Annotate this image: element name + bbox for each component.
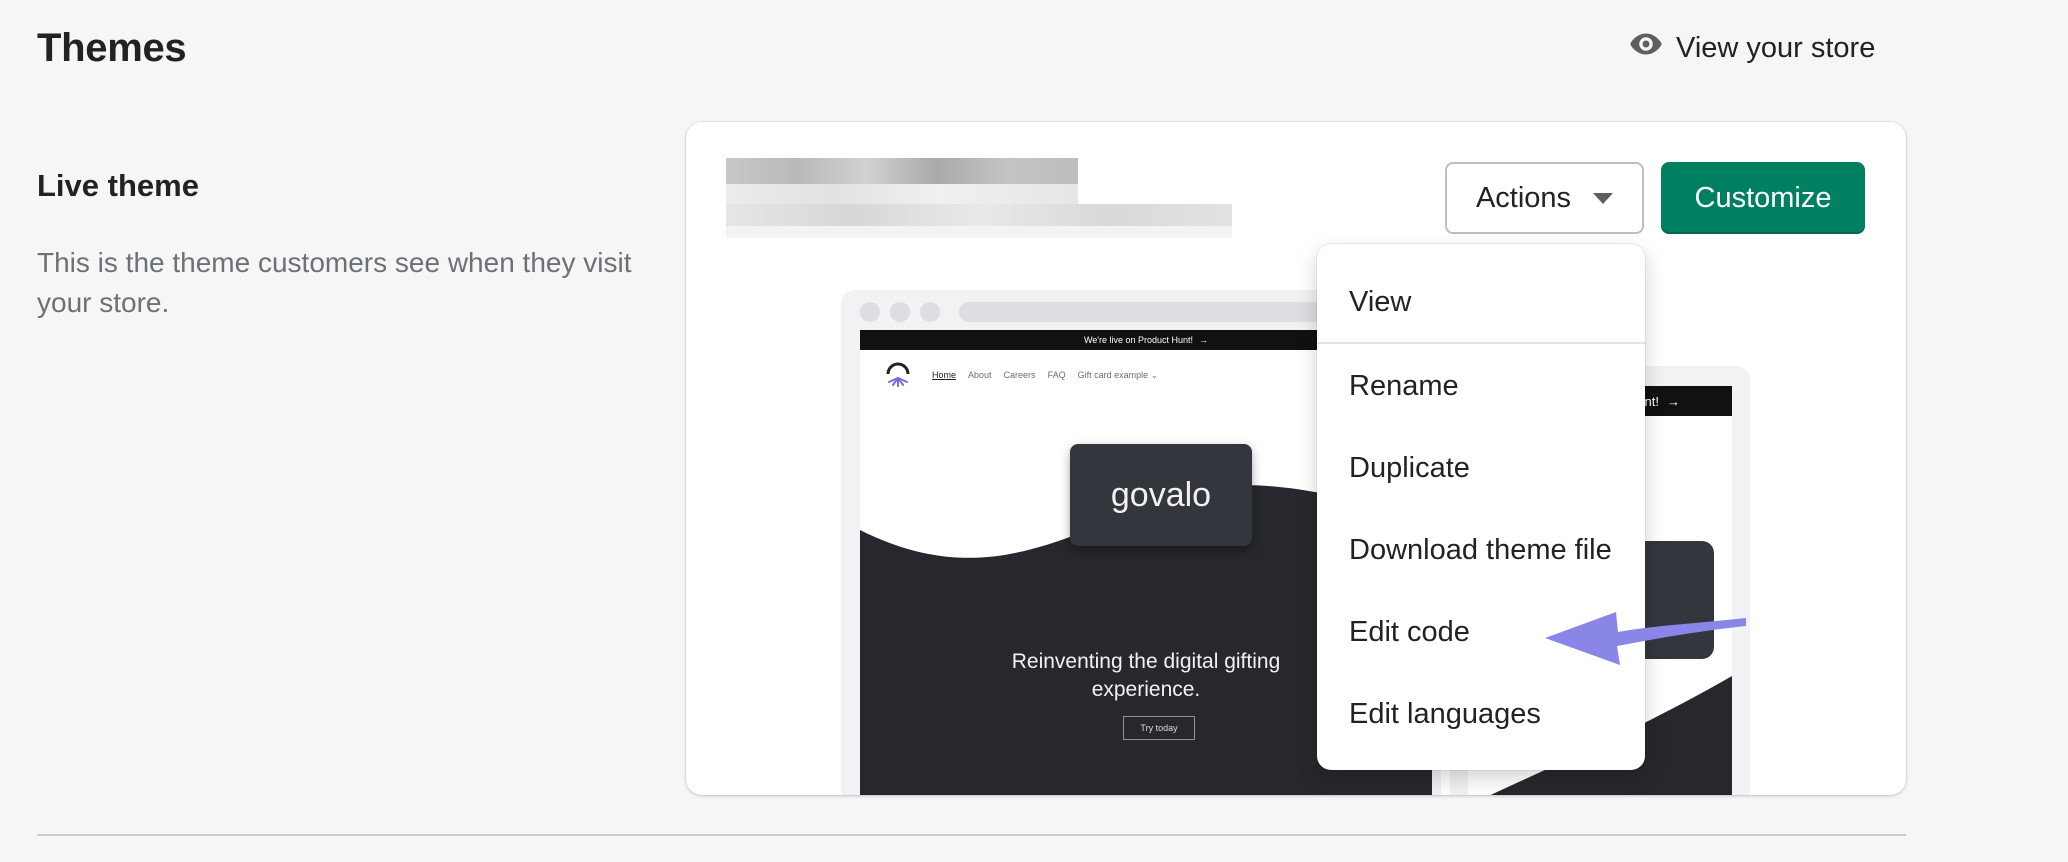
site-nav-item: Gift card example ⌄ bbox=[1077, 370, 1159, 380]
menu-item-download-theme-file[interactable]: Download theme file bbox=[1349, 534, 1612, 567]
actions-button[interactable]: Actions bbox=[1445, 162, 1644, 234]
actions-label: Actions bbox=[1475, 181, 1572, 214]
view-store-label: View your store bbox=[1676, 31, 1876, 64]
menu-item-edit-code[interactable]: Edit code bbox=[1349, 616, 1470, 649]
site-nav-item: About bbox=[968, 370, 992, 380]
section-title: Live theme bbox=[37, 168, 199, 203]
brand-logo-text: govalo bbox=[1110, 475, 1212, 514]
site-nav-item: Careers bbox=[1003, 370, 1036, 380]
window-dot bbox=[860, 302, 880, 322]
menu-item-view[interactable]: View bbox=[1349, 286, 1411, 319]
caret-down-icon bbox=[1593, 192, 1614, 204]
arrow-right-icon: → bbox=[1667, 393, 1680, 409]
site-nav: Home About Careers FAQ Gift card example… bbox=[932, 370, 1158, 381]
page-title: Themes bbox=[37, 26, 187, 70]
site-nav-item: Home bbox=[932, 370, 957, 380]
try-today-button: Try today bbox=[1123, 716, 1195, 740]
mobile-announcement-text: nt! bbox=[1644, 393, 1659, 409]
window-dots bbox=[860, 302, 940, 322]
window-dot bbox=[890, 302, 910, 322]
live-theme-card: Actions Customize We're live on Product … bbox=[686, 122, 1906, 795]
menu-item-edit-languages[interactable]: Edit languages bbox=[1349, 698, 1541, 731]
actions-dropdown: View Rename Duplicate Download theme fil… bbox=[1317, 244, 1645, 770]
annotation-arrow-icon bbox=[1545, 612, 1746, 665]
eye-icon bbox=[1628, 26, 1664, 70]
customize-button[interactable]: Customize bbox=[1661, 162, 1865, 234]
menu-item-rename[interactable]: Rename bbox=[1349, 370, 1459, 403]
window-dot bbox=[920, 302, 940, 322]
view-store-link[interactable]: View your store bbox=[1628, 26, 1875, 70]
logo-icon bbox=[886, 362, 910, 387]
section-description: This is the theme customers see when the… bbox=[37, 247, 632, 318]
announcement-text: We're live on Product Hunt! bbox=[1083, 335, 1194, 345]
arrow-right-icon: → bbox=[1199, 335, 1209, 345]
section-divider bbox=[37, 834, 1906, 836]
brand-card: govalo bbox=[1070, 444, 1252, 546]
site-nav-item: FAQ bbox=[1047, 370, 1066, 380]
menu-item-duplicate[interactable]: Duplicate bbox=[1349, 452, 1470, 485]
menu-divider bbox=[1317, 342, 1645, 344]
